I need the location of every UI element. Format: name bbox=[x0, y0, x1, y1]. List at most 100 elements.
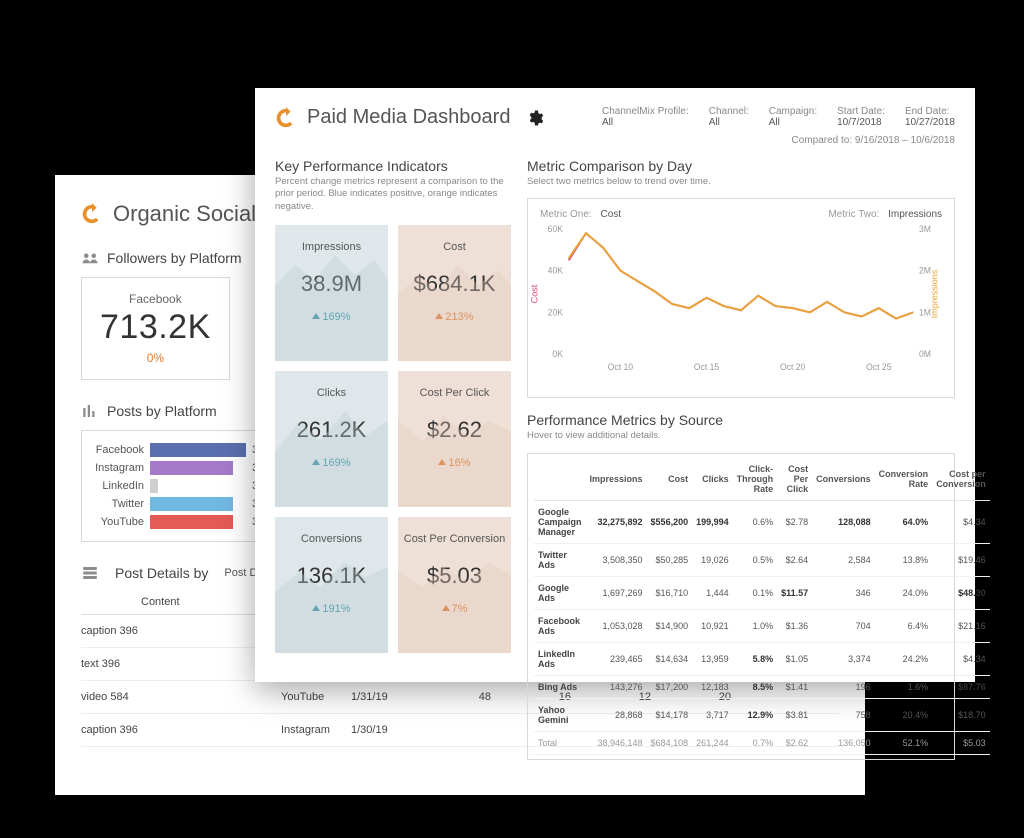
kpi-section-sub: Percent change metrics represent a compa… bbox=[275, 176, 511, 213]
filter-value: 10/7/2018 bbox=[837, 117, 885, 128]
right-axis-label: Impressions bbox=[930, 270, 940, 319]
metric-one-value: Cost bbox=[600, 209, 621, 220]
performance-table-box[interactable]: ImpressionsCostClicksClick-Through RateC… bbox=[527, 453, 955, 760]
perf-cell: $556,200 bbox=[647, 500, 693, 543]
table-icon bbox=[81, 564, 99, 582]
perf-cell: $4.34 bbox=[932, 642, 990, 675]
perf-cell: $1.36 bbox=[777, 609, 812, 642]
perf-cell: $14,634 bbox=[647, 642, 693, 675]
perf-section-title: Performance Metrics by Source bbox=[527, 412, 955, 428]
perf-row[interactable]: Bing Ads143,276$17,20012,1838.5%$1.41196… bbox=[534, 675, 990, 698]
perf-col-header: Cost bbox=[647, 458, 693, 501]
posts-bar-label: Instagram bbox=[92, 462, 144, 474]
metric-one-label: Metric One: bbox=[540, 209, 592, 220]
kpi-card-cost-per-conversion[interactable]: Cost Per Conversion$5.037% bbox=[398, 517, 511, 653]
paid-title: Paid Media Dashboard bbox=[307, 106, 510, 129]
bar-chart-icon bbox=[81, 402, 99, 420]
perf-cell: 136,050 bbox=[812, 731, 875, 754]
perf-cell: $684,108 bbox=[647, 731, 693, 754]
perf-cell: 0.1% bbox=[733, 576, 777, 609]
posts-bar-row: Facebook36 bbox=[92, 443, 270, 457]
filter-label: Campaign: bbox=[769, 106, 817, 117]
perf-cell: $2.62 bbox=[777, 731, 812, 754]
filter[interactable]: Campaign:All bbox=[769, 106, 817, 128]
perf-row[interactable]: Twitter Ads3,508,350$50,28519,0260.5%$2.… bbox=[534, 543, 990, 576]
perf-total-row: Total38,946,148$684,108261,2440.7%$2.621… bbox=[534, 731, 990, 754]
paid-dashboard-card: Paid Media Dashboard ChannelMix Profile:… bbox=[255, 88, 975, 682]
perf-cell: 128,088 bbox=[812, 500, 875, 543]
filter[interactable]: End Date:10/27/2018 bbox=[905, 106, 955, 128]
kpi-card-conversions[interactable]: Conversions136.1K191% bbox=[275, 517, 388, 653]
posts-bar-label: YouTube bbox=[92, 516, 144, 528]
svg-text:Oct 25: Oct 25 bbox=[866, 362, 891, 372]
kpi-sparkline bbox=[398, 225, 511, 361]
perf-cell: 64.0% bbox=[875, 500, 933, 543]
perf-row[interactable]: Facebook Ads1,053,028$14,90010,9211.0%$1… bbox=[534, 609, 990, 642]
metric-one-selector[interactable]: Metric One: Cost bbox=[540, 209, 621, 220]
gear-icon[interactable] bbox=[526, 109, 544, 127]
perf-cell: 2,584 bbox=[812, 543, 875, 576]
perf-cell: 1,697,269 bbox=[586, 576, 647, 609]
post-content: caption 396 bbox=[81, 625, 281, 637]
kpi-sparkline bbox=[398, 517, 511, 653]
post-content: text 396 bbox=[81, 658, 281, 670]
filter-value: All bbox=[602, 117, 689, 128]
metric-two-label: Metric Two: bbox=[828, 209, 879, 220]
perf-source: Google Campaign Manager bbox=[534, 500, 586, 543]
perf-col-header: Cost per Conversion bbox=[932, 458, 990, 501]
posts-bar bbox=[150, 497, 233, 511]
kpi-card-clicks[interactable]: Clicks261.2K169% bbox=[275, 371, 388, 507]
followers-section-label: Followers by Platform bbox=[107, 250, 242, 266]
perf-cell: 3,508,350 bbox=[586, 543, 647, 576]
perf-cell: 199,994 bbox=[692, 500, 733, 543]
perf-row[interactable]: Google Campaign Manager32,275,892$556,20… bbox=[534, 500, 990, 543]
perf-source: Facebook Ads bbox=[534, 609, 586, 642]
post-content: caption 396 bbox=[81, 724, 281, 736]
kpi-card-impressions[interactable]: Impressions38.9M169% bbox=[275, 225, 388, 361]
channelmix-logo-icon bbox=[275, 107, 297, 129]
filter[interactable]: Start Date:10/7/2018 bbox=[837, 106, 885, 128]
perf-cell: 19,026 bbox=[692, 543, 733, 576]
posts-bar-row: YouTube31 bbox=[92, 515, 270, 529]
perf-cell: $50,285 bbox=[647, 543, 693, 576]
people-icon bbox=[81, 249, 99, 267]
posts-bar-label: Facebook bbox=[92, 444, 144, 456]
kpi-card-cost-per-click[interactable]: Cost Per Click$2.6216% bbox=[398, 371, 511, 507]
perf-cell: 12,183 bbox=[692, 675, 733, 698]
perf-col-header: Conversion Rate bbox=[875, 458, 933, 501]
followers-facebook-card[interactable]: Facebook 713.2K 0% bbox=[81, 277, 230, 380]
kpi-sparkline bbox=[275, 517, 388, 653]
perf-cell: 1.0% bbox=[733, 609, 777, 642]
metric-section-title: Metric Comparison by Day bbox=[527, 158, 955, 174]
perf-cell: 5.8% bbox=[733, 642, 777, 675]
posts-by-platform-chart[interactable]: Facebook36Instagram31LinkedIn3Twitter31Y… bbox=[81, 430, 281, 542]
kpi-card-cost[interactable]: Cost$684.1K213% bbox=[398, 225, 511, 361]
metric-two-selector[interactable]: Metric Two: Impressions bbox=[828, 209, 942, 220]
perf-row[interactable]: Google Ads1,697,269$16,7101,4440.1%$11.5… bbox=[534, 576, 990, 609]
perf-cell: 346 bbox=[812, 576, 875, 609]
metric-two-value: Impressions bbox=[888, 209, 942, 220]
perf-source: Twitter Ads bbox=[534, 543, 586, 576]
svg-text:20K: 20K bbox=[548, 308, 563, 318]
perf-col-header: Click-Through Rate bbox=[733, 458, 777, 501]
kpi-sparkline bbox=[275, 225, 388, 361]
perf-cell: $3.81 bbox=[777, 698, 812, 731]
perf-row[interactable]: Yahoo Gemini28,868$14,1783,71712.9%$3.81… bbox=[534, 698, 990, 731]
perf-col-header: Cost Per Click bbox=[777, 458, 812, 501]
perf-cell: $21.16 bbox=[932, 609, 990, 642]
kpi-grid: Impressions38.9M169%Cost$684.1K213%Click… bbox=[275, 225, 511, 653]
perf-col-header: Impressions bbox=[586, 458, 647, 501]
kpi-section-title: Key Performance Indicators bbox=[275, 158, 511, 174]
perf-row[interactable]: LinkedIn Ads239,465$14,63413,9595.8%$1.0… bbox=[534, 642, 990, 675]
perf-cell: 704 bbox=[812, 609, 875, 642]
posts-bar-label: LinkedIn bbox=[92, 480, 144, 492]
perf-cell: 6.4% bbox=[875, 609, 933, 642]
filter[interactable]: Channel:All bbox=[709, 106, 749, 128]
perf-cell: 24.0% bbox=[875, 576, 933, 609]
metric-comparison-chart[interactable]: Metric One: Cost Metric Two: Impressions… bbox=[527, 198, 955, 398]
perf-cell: 196 bbox=[812, 675, 875, 698]
perf-cell: 239,465 bbox=[586, 642, 647, 675]
filter[interactable]: ChannelMix Profile:All bbox=[602, 106, 689, 128]
perf-cell: 20.4% bbox=[875, 698, 933, 731]
kpi-sparkline bbox=[398, 371, 511, 507]
